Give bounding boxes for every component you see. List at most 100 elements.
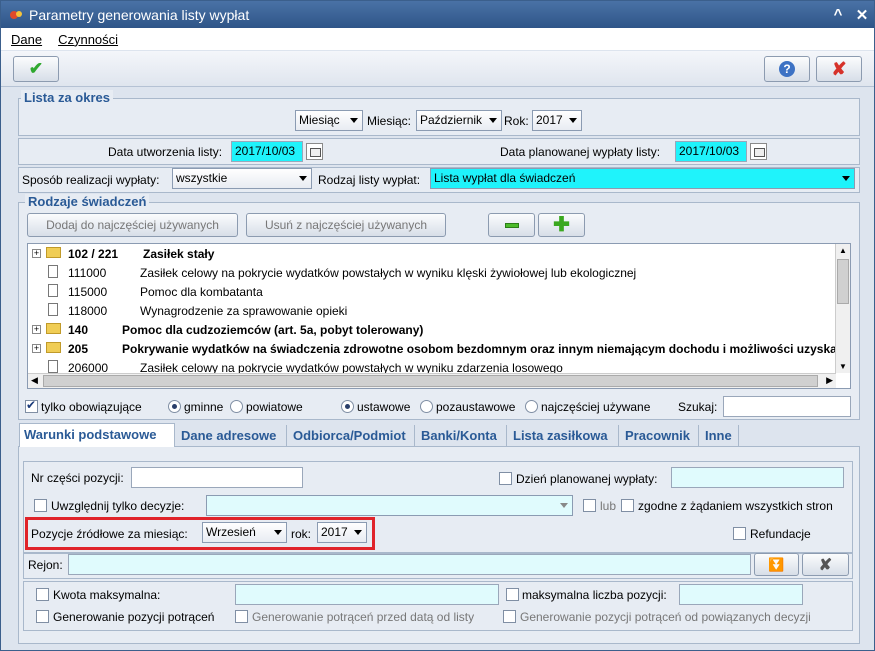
tab-banki[interactable]: Banki/Konta (417, 425, 507, 447)
search-label: Szukaj: (678, 400, 718, 414)
row-code: 102 / 221 (68, 247, 119, 261)
chevron-down-icon (350, 118, 358, 123)
uwzglednij-checkbox[interactable] (34, 499, 47, 512)
vertical-scrollbar[interactable]: ▲ ▼ (835, 244, 850, 373)
calendar-icon[interactable] (306, 143, 323, 160)
year-select[interactable]: 2017 (532, 110, 582, 131)
zgodne-label: zgodne z żądaniem wszystkich stron (638, 499, 833, 513)
confirm-button[interactable]: ✔ (13, 56, 59, 82)
chevron-down-icon (299, 176, 307, 181)
scroll-thumb[interactable] (837, 259, 849, 304)
maks-liczba-input[interactable] (679, 584, 803, 605)
expand-icon[interactable]: + (32, 325, 41, 334)
lub-checkbox[interactable] (583, 499, 596, 512)
rejon-clear-button[interactable]: ✘ (802, 553, 849, 576)
realizacja-select[interactable]: wszystkie (172, 168, 312, 189)
gen-przed-checkbox[interactable] (235, 610, 248, 623)
rejon-input[interactable] (68, 554, 751, 575)
calendar-icon[interactable] (750, 143, 767, 160)
help-button[interactable]: ? (764, 56, 810, 82)
minimize-button[interactable]: ^ (826, 6, 850, 23)
rodzaj-select[interactable]: Lista wypłat dla świadczeń (430, 168, 855, 189)
period-type-select[interactable]: Miesiąc (295, 110, 363, 131)
tylko-checkbox[interactable] (25, 398, 38, 413)
gen-potracen-label: Generowanie pozycji potrąceń (53, 610, 215, 624)
tab-lista-zasilkowa[interactable]: Lista zasiłkowa (509, 425, 619, 447)
rejon-label: Rejon: (28, 558, 63, 572)
horizontal-scrollbar[interactable]: ◀ ▶ (28, 373, 836, 388)
najczesciej-radio[interactable] (525, 400, 538, 413)
rodzaje-tree[interactable]: +102 / 221 Zasiłek stały 111000 Zasiłek ce… (27, 243, 851, 389)
tab-inne[interactable]: Inne (701, 425, 739, 447)
window-title: Parametry generowania listy wypłat (29, 6, 250, 23)
expand-icon[interactable]: + (32, 344, 41, 353)
ustawowe-label: ustawowe (357, 400, 411, 414)
dialog-window: Parametry generowania listy wypłat ^ ✕ D… (0, 0, 875, 651)
rodzaje-legend: Rodzaje świadczeń (25, 194, 150, 209)
realizacja-value: wszystkie (176, 171, 228, 185)
maks-liczba-label: maksymalna liczba pozycji: (522, 588, 667, 602)
maks-liczba-checkbox[interactable] (506, 588, 519, 601)
scroll-thumb[interactable] (43, 375, 818, 387)
kwota-input[interactable] (235, 584, 499, 605)
created-date-field[interactable]: 2017/10/03 (231, 141, 303, 162)
refundacje-label: Refundacje (750, 527, 811, 541)
remove-favorite-button[interactable]: Usuń z najczęściej używanych (246, 213, 446, 237)
dzien-label: Dzień planowanej wypłaty: (516, 472, 658, 486)
row-code: 111000 (68, 266, 107, 280)
tab-dane-adresowe[interactable]: Dane adresowe (177, 425, 287, 447)
highlight-frame (25, 517, 375, 550)
najczesciej-label: najczęściej używane (541, 400, 651, 414)
period-type-value: Miesiąc (299, 113, 340, 127)
expand-button[interactable]: ✚ (538, 213, 585, 237)
scroll-down-icon[interactable]: ▼ (839, 362, 847, 371)
rejon-select-button[interactable]: ⏬ (754, 553, 799, 576)
row-name: Zasiłek stały (143, 247, 215, 261)
expand-icon[interactable]: + (32, 249, 41, 258)
powiatowe-radio[interactable] (230, 400, 243, 413)
kwota-checkbox[interactable] (36, 588, 49, 601)
scroll-right-icon[interactable]: ▶ (826, 375, 833, 386)
tab-warunki[interactable]: Warunki podstawowe (19, 423, 175, 447)
gen-potracen-checkbox[interactable] (36, 610, 49, 623)
year-label: Rok: (504, 114, 529, 128)
cancel-icon: ✘ (831, 58, 847, 79)
row-code: 118000 (68, 304, 108, 318)
kwota-label: Kwota maksymalna: (53, 588, 161, 602)
plus-icon: ✚ (553, 214, 570, 236)
menu-bar: Dane Czynności (1, 28, 874, 50)
refundacje-checkbox[interactable] (733, 527, 746, 540)
decyzje-select[interactable] (206, 495, 573, 516)
close-button[interactable]: ✕ (850, 6, 874, 24)
scroll-left-icon[interactable]: ◀ (31, 375, 38, 386)
dzien-input[interactable] (671, 467, 844, 488)
collapse-button[interactable] (488, 213, 535, 237)
tab-pracownik[interactable]: Pracownik (621, 425, 699, 447)
cancel-button[interactable]: ✘ (816, 56, 862, 82)
select-down-icon: ⏬ (768, 556, 785, 572)
search-input[interactable] (723, 396, 851, 417)
month-select[interactable]: Październik (416, 110, 502, 131)
ustawowe-radio[interactable] (341, 400, 354, 413)
pozaustawowe-radio[interactable] (420, 400, 433, 413)
row-name: Zasiłek celowy na pokrycie wydatków pows… (140, 266, 637, 280)
row-name: Pokrywanie wydatków na świadczenia zdrow… (122, 342, 845, 356)
row-name: Pomoc dla cudzoziemców (art. 5a, pobyt t… (122, 323, 424, 337)
realizacja-label: Sposób realizacji wypłaty: (22, 173, 160, 187)
gminne-radio[interactable] (168, 400, 181, 413)
tab-odbiorca[interactable]: Odbiorca/Podmiot (289, 425, 415, 447)
row-code: 115000 (68, 285, 108, 299)
gminne-label: gminne (184, 400, 224, 414)
gen-przed-label: Generowanie potrąceń przed datą od listy (252, 610, 475, 624)
menu-czynnosci[interactable]: Czynności (58, 32, 118, 47)
lub-label: lub (600, 499, 617, 513)
zgodne-checkbox[interactable] (621, 499, 634, 512)
nr-czesci-input[interactable] (131, 467, 303, 488)
planned-date-field[interactable]: 2017/10/03 (675, 141, 747, 162)
dzien-checkbox[interactable] (499, 472, 512, 485)
gen-od-powiazanych-label: Generowanie pozycji potrąceń od powiązan… (520, 610, 811, 624)
scroll-up-icon[interactable]: ▲ (839, 246, 847, 255)
gen-od-powiazanych-checkbox[interactable] (503, 610, 516, 623)
add-favorite-button[interactable]: Dodaj do najczęściej używanych (27, 213, 238, 237)
menu-dane[interactable]: Dane (11, 32, 42, 47)
